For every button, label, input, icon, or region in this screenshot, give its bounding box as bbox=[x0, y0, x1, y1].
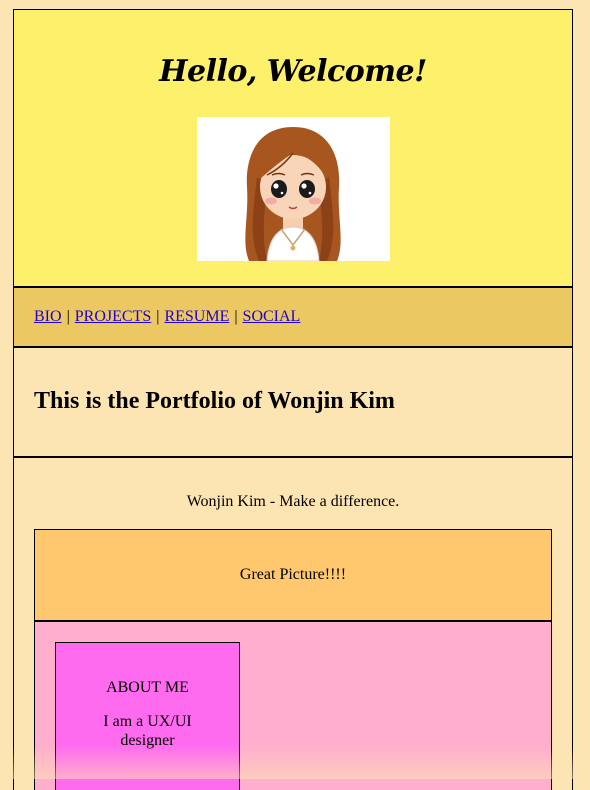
intro-section: This is the Portfolio of Wonjin Kim bbox=[14, 348, 572, 458]
about-me-card: ABOUT ME I am a UX/UI designer bbox=[55, 642, 240, 790]
main-content: Wonjin Kim - Make a difference. Great Pi… bbox=[14, 458, 572, 790]
cartoon-girl-avatar-icon bbox=[197, 117, 390, 261]
about-me-title: ABOUT ME bbox=[56, 679, 239, 697]
about-section: ABOUT ME I am a UX/UI designer bbox=[34, 620, 552, 790]
nav-link-projects[interactable]: PROJECTS bbox=[75, 308, 151, 326]
tagline: Wonjin Kim - Make a difference. bbox=[34, 458, 552, 529]
nav-link-resume[interactable]: RESUME bbox=[164, 308, 229, 326]
picture-box: Great Picture!!!! bbox=[34, 529, 552, 621]
nav-separator: | bbox=[67, 308, 70, 326]
nav-link-bio[interactable]: BIO bbox=[34, 308, 62, 326]
avatar-image bbox=[197, 117, 390, 261]
nav-separator: | bbox=[234, 308, 237, 326]
picture-caption: Great Picture!!!! bbox=[240, 566, 346, 584]
nav-separator: | bbox=[156, 308, 159, 326]
nav-bar: BIO | PROJECTS | RESUME | SOCIAL bbox=[14, 288, 572, 348]
portfolio-page: Hello, Welcome! bbox=[13, 9, 573, 790]
nav-link-social[interactable]: SOCIAL bbox=[243, 308, 301, 326]
header: Hello, Welcome! bbox=[14, 10, 572, 288]
portfolio-title: This is the Portfolio of Wonjin Kim bbox=[34, 388, 395, 415]
welcome-heading: Hello, Welcome! bbox=[14, 54, 572, 89]
about-me-description: I am a UX/UI designer bbox=[56, 712, 239, 750]
